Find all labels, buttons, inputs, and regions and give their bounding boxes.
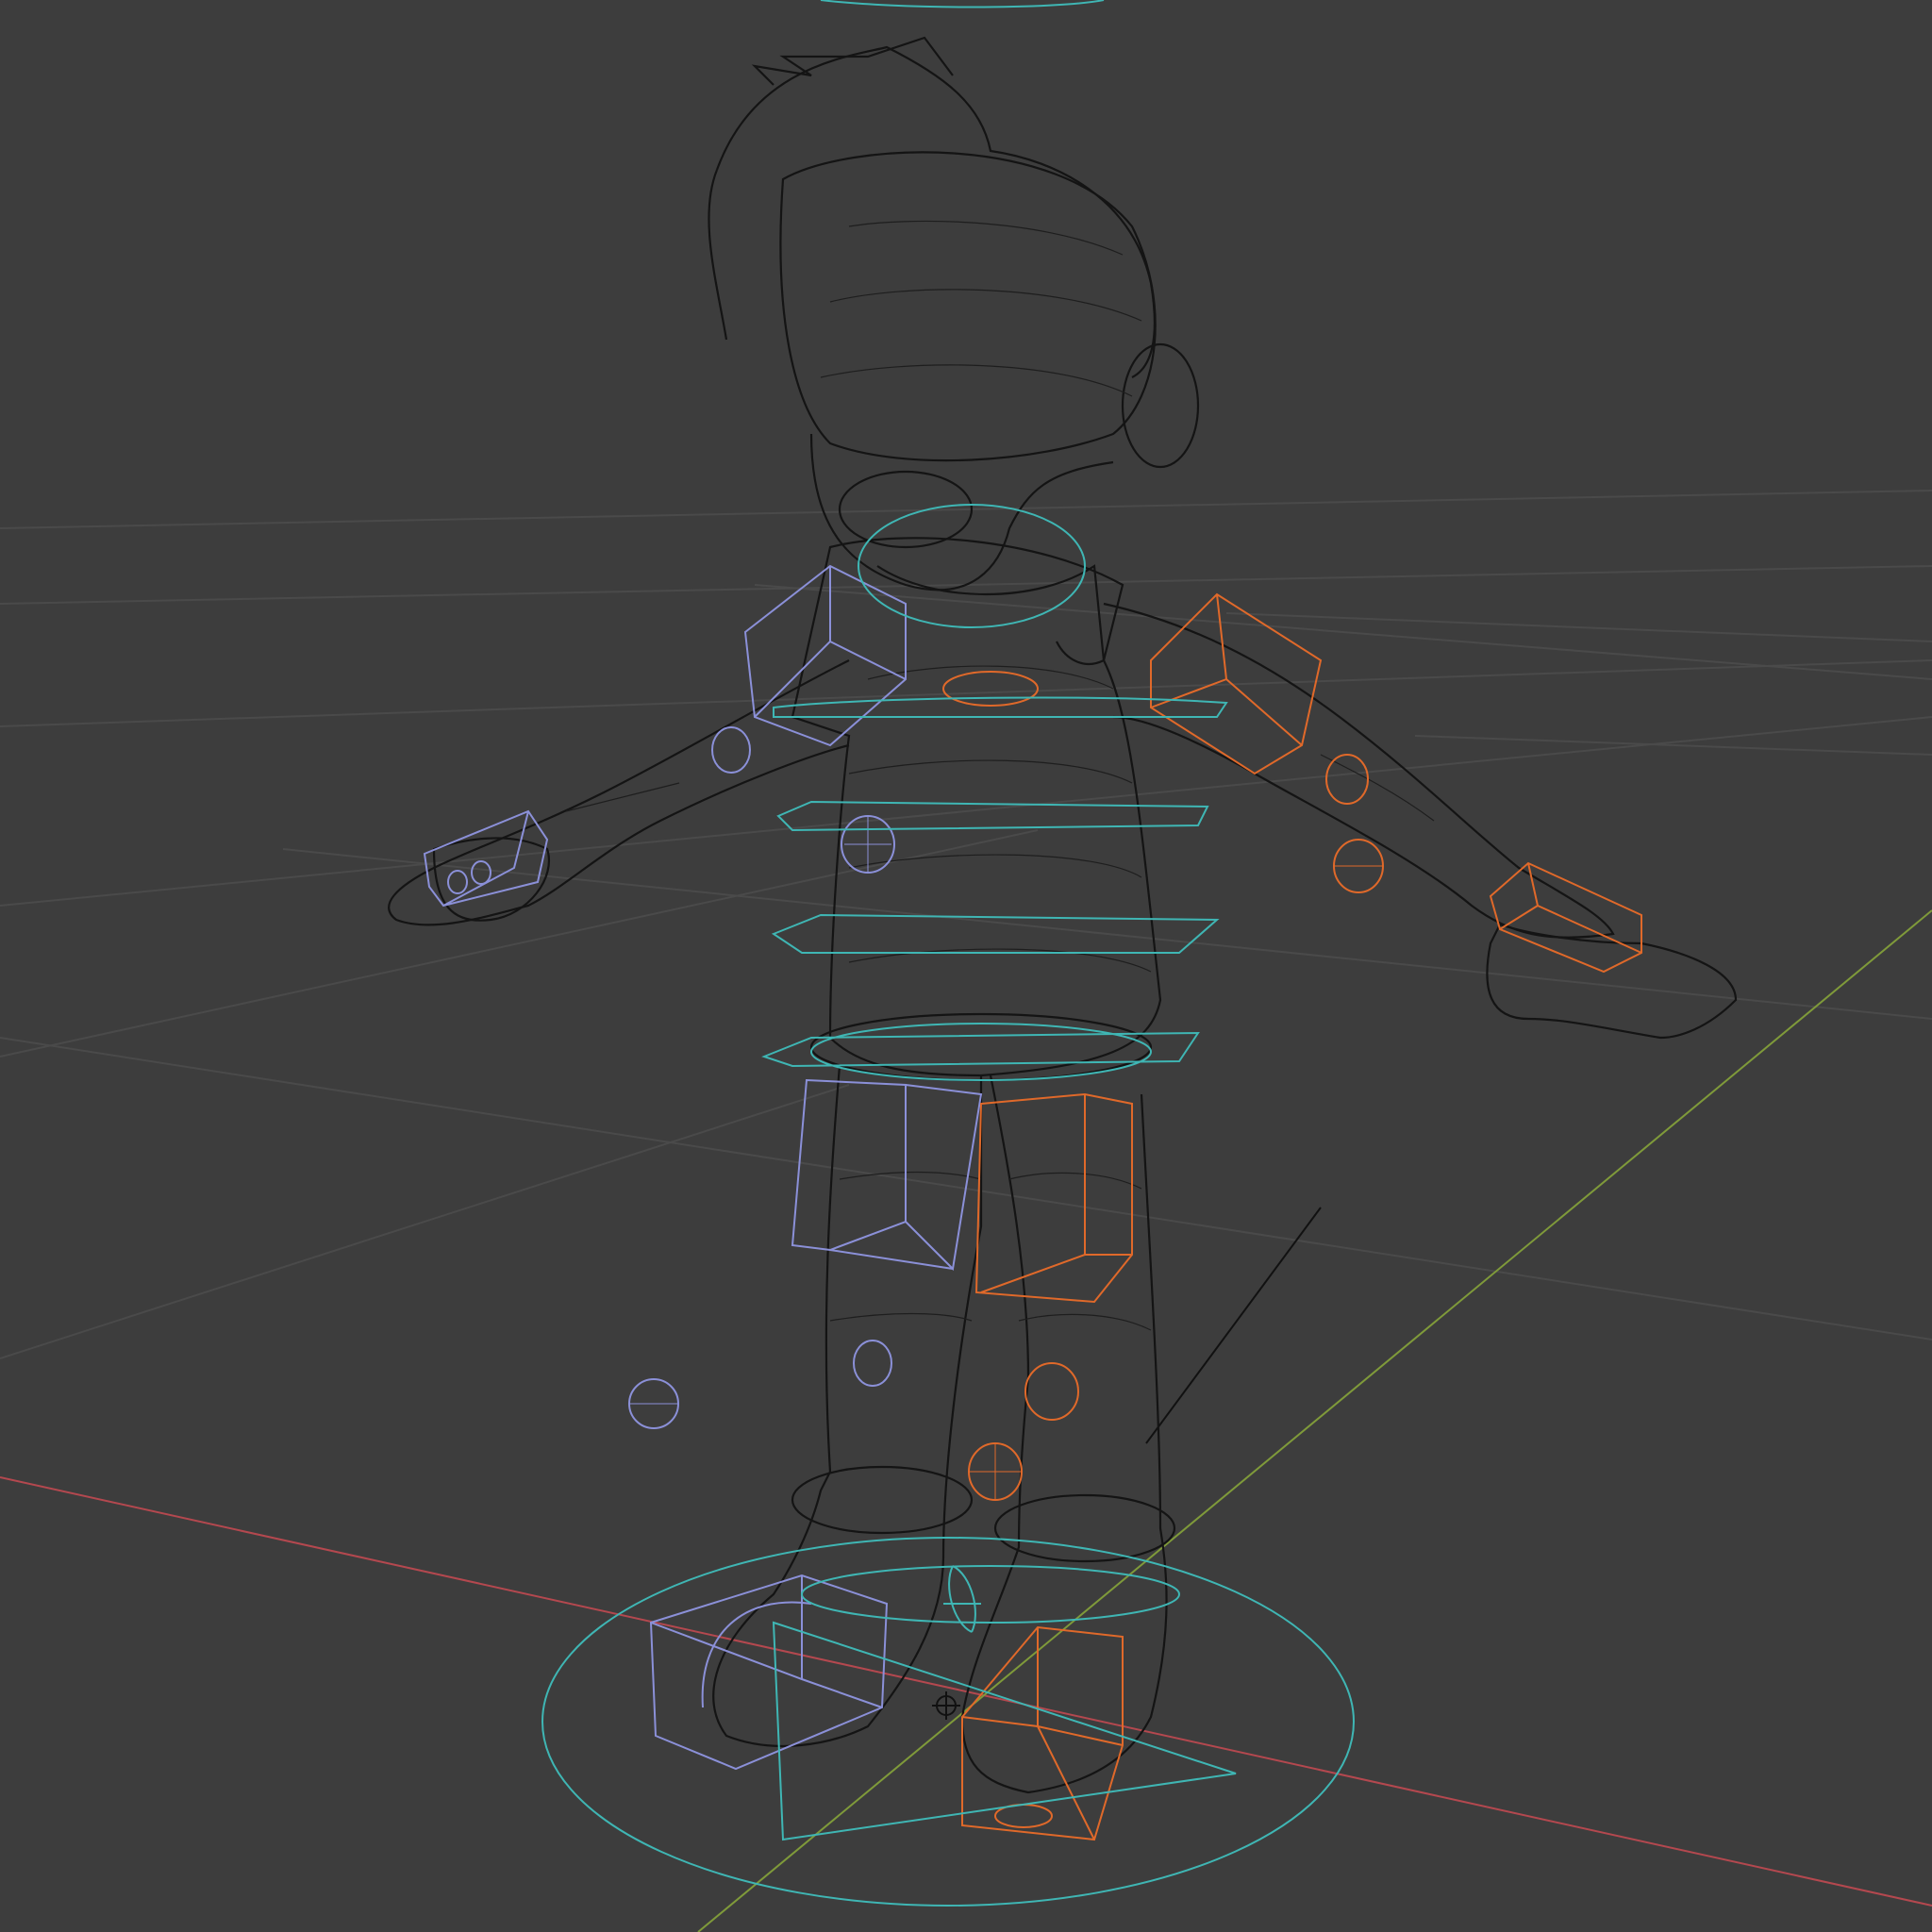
3d-cursor-icon[interactable] [932, 1691, 960, 1720]
right-wrist-control [1489, 861, 1642, 974]
left-shoulder-control [743, 564, 907, 747]
root-arrow [772, 1621, 1237, 1841]
right-knee-control [1024, 1362, 1079, 1421]
y-axis-line [697, 909, 1932, 1932]
character-mesh[interactable] [388, 36, 1738, 1794]
spine-controls[interactable] [541, 0, 1355, 1907]
right-clavicle-control [942, 671, 1039, 707]
chest-control [773, 696, 1228, 719]
3d-viewport[interactable] [0, 0, 1932, 1932]
left-heel-arc [701, 1601, 812, 1708]
left-elbow-control [711, 726, 751, 774]
empty-object-line [1145, 1207, 1322, 1444]
spine-control-2 [771, 913, 1220, 954]
head-control [820, 0, 1105, 8]
pelvis-control [810, 1023, 1152, 1081]
viewport-canvas[interactable] [0, 0, 1932, 1932]
left-knee-control [853, 1340, 892, 1387]
left-hand-pivot-2 [471, 860, 491, 885]
x-axis-line [0, 1476, 1932, 1907]
right-elbow-control [1325, 754, 1369, 805]
right-side-controls[interactable] [942, 592, 1642, 1841]
root-control [541, 1537, 1355, 1907]
left-side-controls[interactable] [423, 564, 983, 1771]
neck-control [858, 504, 1086, 628]
left-hand-pivot [447, 870, 468, 894]
